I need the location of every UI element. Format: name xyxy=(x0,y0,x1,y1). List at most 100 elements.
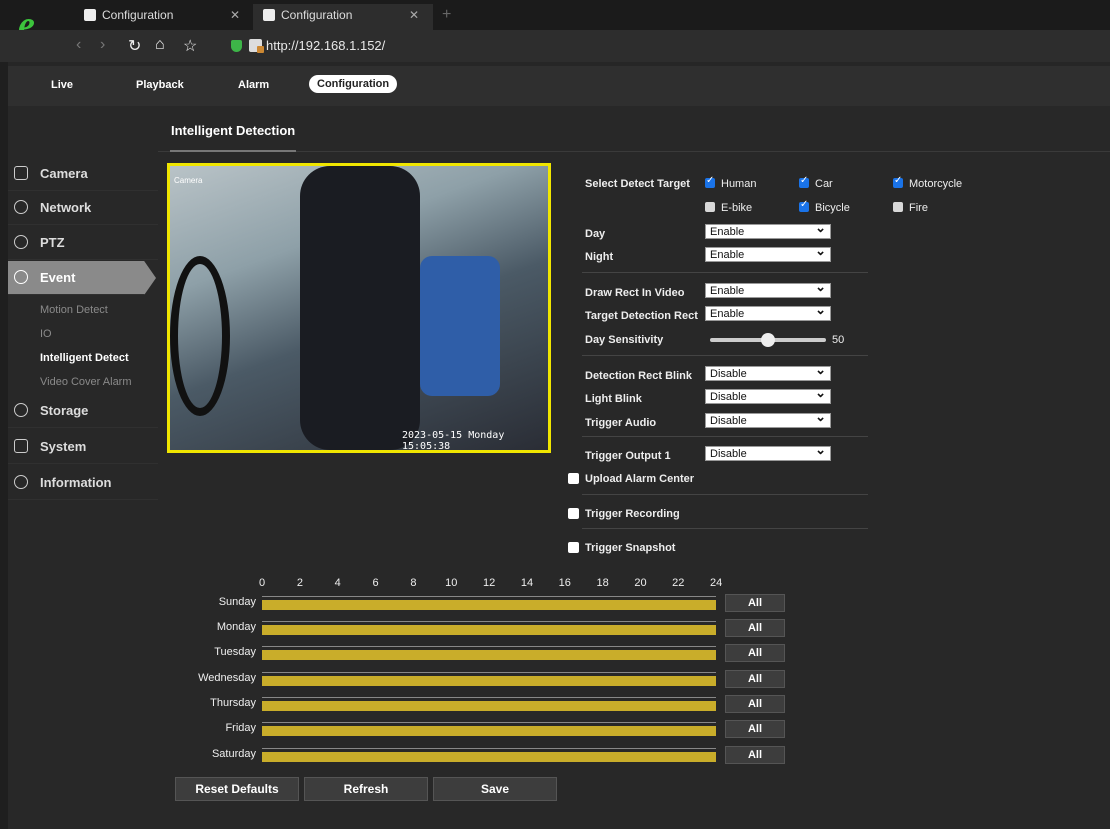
url-text[interactable]: http://192.168.1.152/ xyxy=(266,38,385,53)
motorcycle-checkbox[interactable] xyxy=(893,175,903,188)
star-icon[interactable]: ☆ xyxy=(183,36,197,56)
light-blink-select[interactable]: Disable xyxy=(705,385,831,404)
storage-icon xyxy=(14,403,28,417)
tab-close-icon[interactable]: ✕ xyxy=(230,8,240,22)
trigger-snapshot-checkbox[interactable] xyxy=(568,542,579,553)
video-scene xyxy=(170,256,230,416)
video-scene xyxy=(300,166,420,450)
refresh-icon[interactable]: ↻ xyxy=(128,36,141,56)
browser-tab-2[interactable]: Configuration ✕ xyxy=(253,4,433,30)
network-icon xyxy=(14,200,28,214)
schedule-day-label: Monday xyxy=(216,621,256,633)
trigger-output-label: Trigger Output 1 xyxy=(585,450,671,462)
schedule-all-button[interactable]: All xyxy=(725,619,785,637)
nav-live[interactable]: Live xyxy=(51,79,73,91)
upload-alarm-checkbox[interactable] xyxy=(568,473,579,484)
sidebar-item-information[interactable]: Information xyxy=(8,466,158,500)
sidebar-item-storage[interactable]: Storage xyxy=(8,394,158,428)
schedule-bar[interactable] xyxy=(262,672,716,686)
schedule-all-button[interactable]: All xyxy=(725,670,785,688)
save-button[interactable]: Save xyxy=(433,777,557,801)
sidebar-sub-motion-detect[interactable]: Motion Detect xyxy=(40,304,108,316)
detect-target-label: Select Detect Target xyxy=(585,178,690,190)
schedule-bar[interactable] xyxy=(262,722,716,736)
schedule-hour-label: 4 xyxy=(334,577,341,589)
video-timestamp: 2023-05-15 Monday 15:05:38 xyxy=(402,430,505,452)
draw-rect-select[interactable]: Enable xyxy=(705,279,831,298)
car-label: Car xyxy=(815,178,833,190)
schedule-bar[interactable] xyxy=(262,596,716,610)
refresh-button[interactable]: Refresh xyxy=(304,777,428,801)
tab-close-icon[interactable]: ✕ xyxy=(409,8,419,22)
night-label: Night xyxy=(585,251,614,263)
nav-playback[interactable]: Playback xyxy=(136,79,184,91)
schedule-hour-label: 0 xyxy=(259,577,266,589)
day-select[interactable]: Enable xyxy=(705,220,831,239)
schedule-all-button[interactable]: All xyxy=(725,594,785,612)
sidebar-item-system[interactable]: System xyxy=(8,430,158,464)
video-preview[interactable]: Camera 2023-05-15 Monday 15:05:38 xyxy=(167,163,551,453)
ebike-label: E-bike xyxy=(721,202,753,214)
tab-title: Configuration xyxy=(281,8,353,22)
schedule-hour-label: 22 xyxy=(672,577,685,589)
title-underline xyxy=(170,150,296,152)
schedule-hour-label: 8 xyxy=(410,577,417,589)
schedule-hour-label: 14 xyxy=(520,577,534,589)
video-camera-label: Camera xyxy=(174,176,203,185)
schedule-bar[interactable] xyxy=(262,697,716,711)
schedule-hour-label: 12 xyxy=(483,577,496,589)
draw-rect-label: Draw Rect In Video xyxy=(585,287,685,299)
sidebar-sub-video-cover-alarm[interactable]: Video Cover Alarm xyxy=(40,376,132,388)
divider xyxy=(582,494,868,495)
schedule-day-label: Thursday xyxy=(210,697,256,709)
browser-tab-1[interactable]: Configuration ✕ xyxy=(74,4,254,30)
rect-blink-select[interactable]: Disable xyxy=(705,362,831,381)
schedule-bar[interactable] xyxy=(262,748,716,762)
bicycle-checkbox[interactable] xyxy=(799,199,809,212)
browser-address-bar: ‹ › ↻ ⌂ ☆ http://192.168.1.152/ xyxy=(0,30,1110,62)
schedule-hour-label: 20 xyxy=(634,577,647,589)
video-scene xyxy=(420,256,500,396)
sidebar-item-event[interactable]: Event xyxy=(8,261,156,295)
reset-defaults-button[interactable]: Reset Defaults xyxy=(175,777,299,801)
sidebar: Camera Network PTZ Event Motion Detect I… xyxy=(8,106,158,829)
target-rect-select[interactable]: Enable xyxy=(705,302,831,321)
trigger-recording-checkbox[interactable] xyxy=(568,508,579,519)
car-checkbox[interactable] xyxy=(799,175,809,188)
schedule-all-button[interactable]: All xyxy=(725,644,785,662)
sidebar-sub-intelligent-detect[interactable]: Intelligent Detect xyxy=(40,352,129,364)
rect-blink-label: Detection Rect Blink xyxy=(585,370,692,382)
nav-alarm[interactable]: Alarm xyxy=(238,79,269,91)
divider xyxy=(158,151,1110,152)
upload-alarm-label: Upload Alarm Center xyxy=(585,473,695,485)
trigger-output-select[interactable]: Disable xyxy=(705,442,831,461)
bicycle-label: Bicycle xyxy=(815,202,850,214)
ebike-checkbox[interactable] xyxy=(705,202,715,212)
home-icon[interactable]: ⌂ xyxy=(155,36,165,54)
new-tab-icon[interactable]: + xyxy=(442,6,451,24)
schedule-all-button[interactable]: All xyxy=(725,746,785,764)
human-checkbox[interactable] xyxy=(705,175,715,188)
schedule-all-button[interactable]: All xyxy=(725,695,785,713)
schedule-bar[interactable] xyxy=(262,646,716,660)
nav-configuration[interactable]: Configuration xyxy=(309,75,398,93)
schedule-bar[interactable] xyxy=(262,621,716,635)
target-rect-label: Target Detection Rect xyxy=(585,310,698,322)
fire-label: Fire xyxy=(909,202,928,214)
lock-icon xyxy=(249,39,264,53)
sidebar-item-camera[interactable]: Camera xyxy=(8,157,158,191)
night-select[interactable]: Enable xyxy=(705,243,831,262)
schedule-day-label: Tuesday xyxy=(214,646,256,658)
sidebar-item-ptz[interactable]: PTZ xyxy=(8,226,158,260)
sidebar-item-network[interactable]: Network xyxy=(8,191,158,225)
trigger-audio-select[interactable]: Disable xyxy=(705,409,831,428)
schedule-all-button[interactable]: All xyxy=(725,720,785,738)
fire-checkbox[interactable] xyxy=(893,202,903,212)
forward-icon[interactable]: › xyxy=(100,36,105,54)
motorcycle-label: Motorcycle xyxy=(909,178,963,190)
sidebar-sub-io[interactable]: IO xyxy=(40,328,52,340)
day-sensitivity-slider-thumb[interactable] xyxy=(761,333,775,347)
sidebar-item-label: Storage xyxy=(40,403,89,418)
back-icon[interactable]: ‹ xyxy=(76,36,81,54)
schedule-day-label: Sunday xyxy=(218,596,256,608)
